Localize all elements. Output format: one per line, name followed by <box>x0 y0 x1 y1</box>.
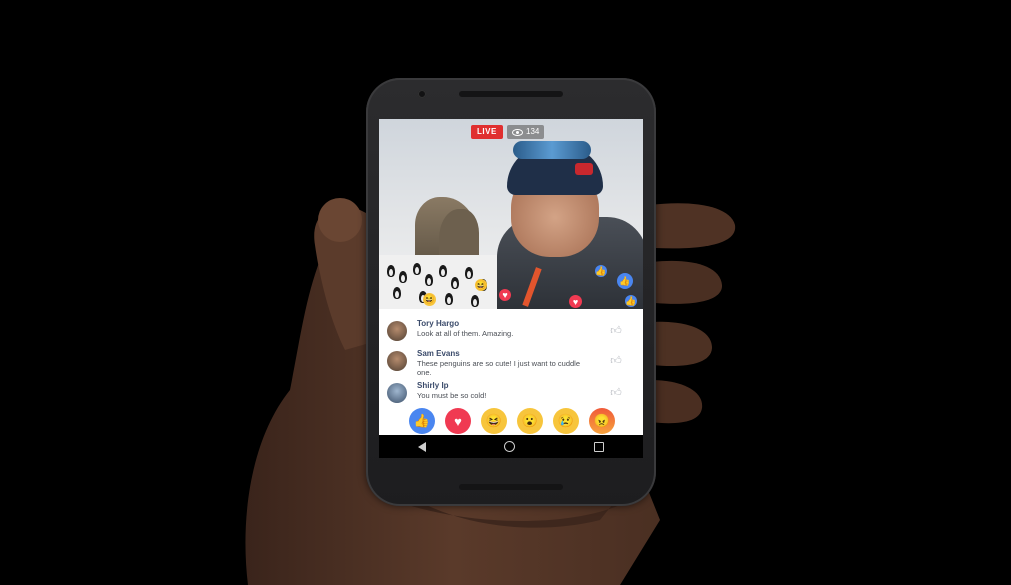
comment-like-icon[interactable]: 👍︎ <box>609 355 623 367</box>
eye-icon <box>512 128 523 136</box>
avatar[interactable] <box>387 321 407 341</box>
penguin <box>387 265 395 277</box>
streamer-goggles <box>513 141 591 159</box>
comment-text: Look at all of them. Amazing. <box>417 329 514 338</box>
live-video[interactable]: LIVE 134 👍 👍 👍 ♥ ♥ 😆 😆 <box>379 119 643 309</box>
comment-author[interactable]: Shirly Ip <box>417 381 449 390</box>
comment-like-icon[interactable]: 👍︎ <box>609 387 623 399</box>
comment-author[interactable]: Tory Hargo <box>417 319 459 328</box>
penguin <box>425 274 433 286</box>
penguin <box>465 267 473 279</box>
angry-icon[interactable]: 😠 <box>589 408 615 434</box>
home-icon[interactable] <box>504 441 516 452</box>
sad-icon[interactable]: 😢 <box>553 408 579 434</box>
haha-icon[interactable]: 😆 <box>481 408 507 434</box>
floating-love-icon: ♥ <box>569 295 582 308</box>
viewer-count: 134 <box>526 127 540 136</box>
earpiece-speaker <box>459 91 563 97</box>
wow-icon[interactable]: 😮 <box>517 408 543 434</box>
comment-text: You must be so cold! <box>417 391 487 400</box>
penguin <box>413 263 421 275</box>
front-camera <box>418 90 426 98</box>
penguin <box>451 277 459 289</box>
penguin <box>399 271 407 283</box>
back-icon[interactable] <box>418 441 427 452</box>
avatar[interactable] <box>387 383 407 403</box>
penguin <box>445 293 453 305</box>
phone-screen: LIVE 134 👍 👍 👍 ♥ ♥ 😆 😆 Tory Hargo Look a… <box>379 119 643 458</box>
hat-logo <box>575 163 593 175</box>
comment-text: These penguins are so cute! I just want … <box>417 359 581 377</box>
love-icon[interactable]: ♥ <box>445 408 471 434</box>
comment-author[interactable]: Sam Evans <box>417 349 460 358</box>
floating-haha-icon: 😆 <box>475 279 487 291</box>
live-badge: LIVE <box>471 125 503 139</box>
android-nav-bar <box>379 435 643 458</box>
reaction-picker: 👍 ♥ 😆 😮 😢 😠 <box>409 408 629 436</box>
comment-item: Tory Hargo Look at all of them. Amazing.… <box>387 319 637 347</box>
floating-haha-icon: 😆 <box>423 293 436 306</box>
scene: LIVE 134 👍 👍 👍 ♥ ♥ 😆 😆 Tory Hargo Look a… <box>0 0 1011 585</box>
comment-item: Sam Evans These penguins are so cute! I … <box>387 349 637 377</box>
viewer-count-badge: 134 <box>507 125 545 139</box>
penguin <box>439 265 447 277</box>
comment-list: Tory Hargo Look at all of them. Amazing.… <box>379 313 643 409</box>
floating-like-icon: 👍 <box>617 273 633 289</box>
floating-love-icon: ♥ <box>499 289 511 301</box>
recent-apps-icon[interactable] <box>593 441 604 452</box>
phone-device: LIVE 134 👍 👍 👍 ♥ ♥ 😆 😆 Tory Hargo Look a… <box>366 78 656 506</box>
floating-like-icon: 👍 <box>595 265 607 277</box>
floating-like-icon: 👍 <box>625 295 637 307</box>
comment-item: Shirly Ip You must be so cold! 👍︎ <box>387 381 637 409</box>
like-icon[interactable]: 👍 <box>409 408 435 434</box>
penguin <box>471 295 479 307</box>
bottom-speaker <box>459 484 563 490</box>
avatar[interactable] <box>387 351 407 371</box>
penguin <box>393 287 401 299</box>
comment-like-icon[interactable]: 👍︎ <box>609 325 623 337</box>
